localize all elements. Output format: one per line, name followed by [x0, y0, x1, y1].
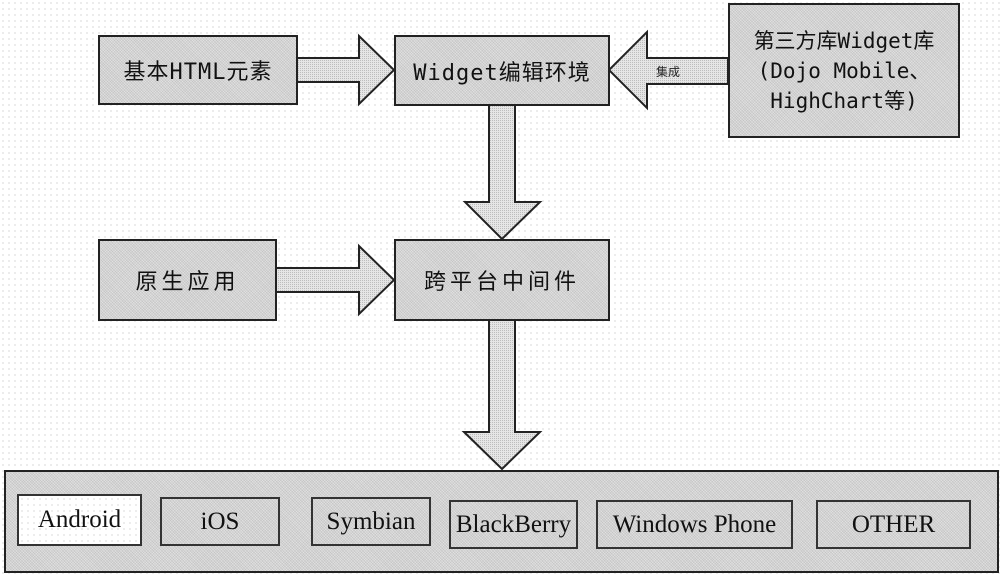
node-label: 基本HTML元素 — [123, 60, 273, 85]
node-label-line-1: 第三方库Widget库 — [753, 28, 935, 53]
platform-android: Android — [17, 494, 142, 546]
node-label: Widget编辑环境 — [413, 60, 591, 86]
platform-other: OTHER — [816, 500, 971, 549]
node-third-party-widget-library: 第三方库Widget库 (Dojo Mobile、 HighChart等) — [728, 3, 960, 138]
edge-label-integrate: 集成 — [656, 65, 681, 79]
node-widget-editing-environment: Widget编辑环境 — [394, 35, 610, 106]
node-label: 原生应用 — [135, 270, 240, 295]
platform-blackberry: BlackBerry — [449, 500, 578, 549]
node-label-line-2: (Dojo Mobile、 — [757, 58, 931, 83]
arrow-basic-html-to-widget-env — [296, 33, 396, 107]
platform-symbian: Symbian — [311, 497, 431, 546]
platform-windows-phone: Windows Phone — [596, 500, 793, 549]
arrow-native-app-to-middleware — [275, 243, 396, 317]
arrow-widget-env-to-middleware — [462, 104, 543, 241]
platform-ios: iOS — [160, 497, 280, 546]
arrow-middleware-to-platforms — [461, 319, 543, 471]
node-label: 跨平台中间件 — [423, 270, 580, 295]
node-basic-html-elements: 基本HTML元素 — [98, 35, 298, 105]
node-label-line-3: HighChart等) — [770, 88, 918, 113]
node-native-app: 原生应用 — [98, 239, 277, 321]
node-cross-platform-middleware: 跨平台中间件 — [394, 239, 610, 321]
